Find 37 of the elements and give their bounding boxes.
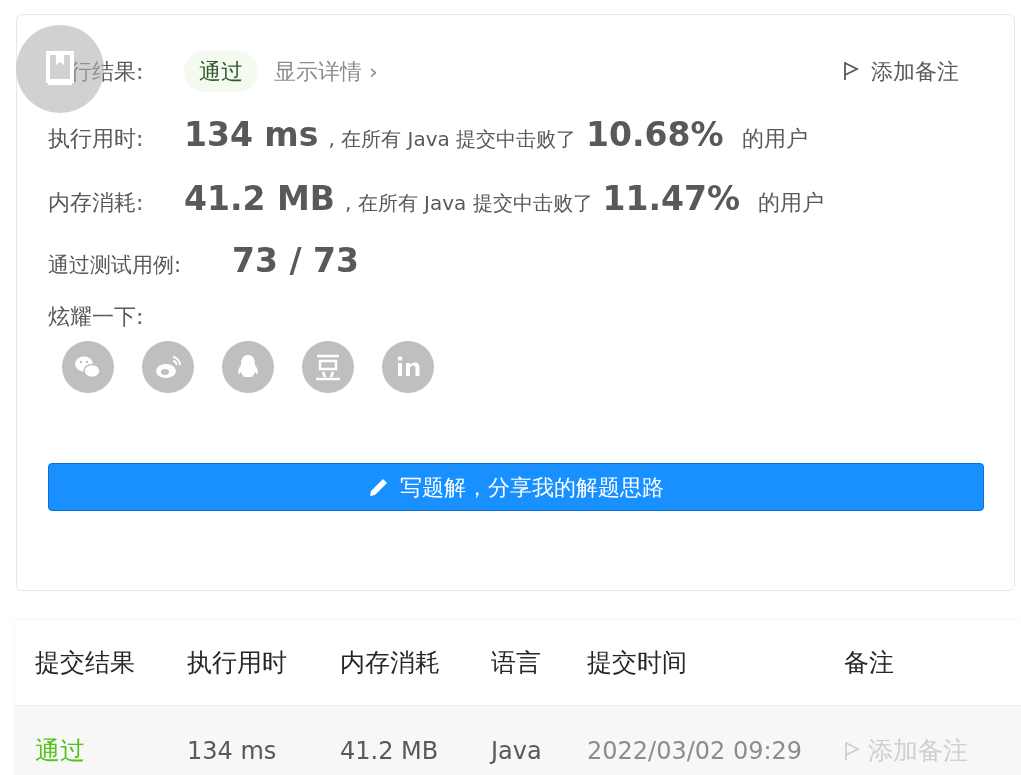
stat-value: 41.2 MB (184, 178, 335, 220)
book-icon (45, 51, 75, 87)
penguin-icon[interactable] (222, 341, 274, 393)
table-cell-text: Java (491, 736, 543, 767)
stat-text: 的用户 (758, 189, 825, 217)
pencil-icon (368, 476, 390, 498)
stat-text: 的用户 (741, 125, 808, 153)
column-header: 提交结果 (35, 646, 136, 679)
percent-value: 10.68% (586, 114, 724, 156)
table-cell-text: 134 ms (187, 736, 278, 767)
stat-text: , 在所有 Java 提交中击败了 (328, 126, 577, 153)
table-cell-text: 41.2 MB (340, 736, 440, 767)
column-header: 执行用时 (187, 646, 288, 679)
label: 执行用时: (48, 125, 145, 153)
column-header: 提交时间 (587, 646, 688, 679)
column-header: 备注 (844, 646, 895, 679)
stat-value: 134 ms (184, 114, 319, 156)
bean-glyph-icon[interactable] (302, 341, 354, 393)
share-label: 炫耀一下: (48, 303, 145, 331)
label: 通过测试用例: (48, 252, 183, 279)
column-header: 内存消耗 (340, 646, 441, 679)
write-solution-button[interactable]: 写题解，分享我的解题思路 (48, 463, 984, 511)
test-count: 73 / 73 (232, 240, 359, 282)
flag-icon (844, 741, 860, 761)
add-note-button[interactable]: 添加备注 (843, 54, 959, 88)
status-badge: 通过 (184, 50, 258, 92)
eye-waves-icon[interactable] (142, 341, 194, 393)
flag-icon (843, 61, 859, 81)
in-glyph-icon[interactable] (382, 341, 434, 393)
status-cell[interactable]: 通过 (35, 732, 187, 770)
chat-bubbles-icon[interactable] (62, 341, 114, 393)
column-header: 语言 (491, 646, 542, 679)
percent-value: 11.47% (602, 178, 741, 220)
details-link[interactable]: 显示详情 › (274, 54, 378, 88)
table-cell-text: 2022/03/02 09:29 (587, 736, 804, 767)
label: 内存消耗: (48, 189, 145, 217)
stat-text: , 在所有 Java 提交中击败了 (344, 190, 593, 217)
